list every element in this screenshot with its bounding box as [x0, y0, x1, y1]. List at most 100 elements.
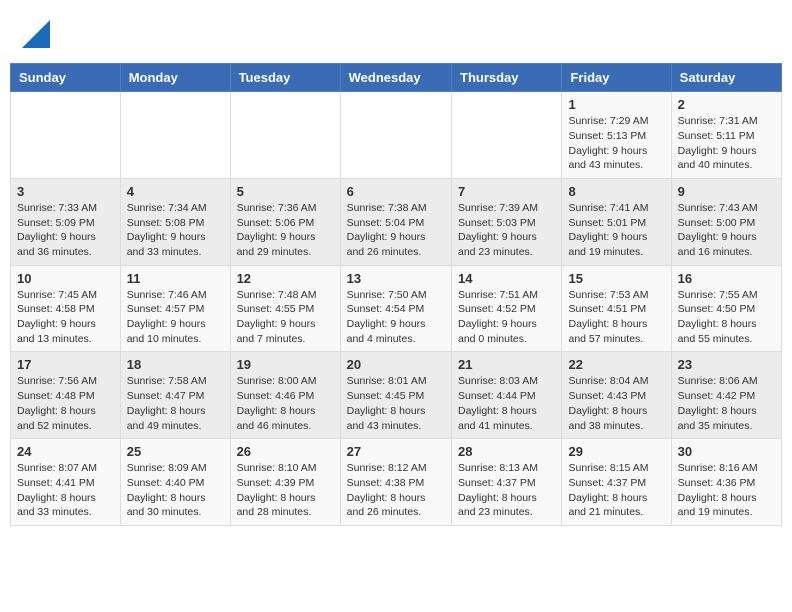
weekday-header-tuesday: Tuesday — [230, 64, 340, 92]
calendar-cell: 27 Sunrise: 8:12 AMSunset: 4:38 PMDayligh… — [340, 439, 451, 526]
day-number: 27 — [347, 444, 445, 459]
day-info: Sunrise: 7:39 AMSunset: 5:03 PMDaylight:… — [458, 201, 555, 260]
day-info: Sunrise: 8:10 AMSunset: 4:39 PMDaylight:… — [237, 461, 334, 520]
week-row-4: 17 Sunrise: 7:56 AMSunset: 4:48 PMDayligh… — [11, 352, 782, 439]
calendar-cell: 5 Sunrise: 7:36 AMSunset: 5:06 PMDaylight… — [230, 178, 340, 265]
calendar-cell — [340, 92, 451, 179]
calendar-cell: 24 Sunrise: 8:07 AMSunset: 4:41 PMDayligh… — [11, 439, 121, 526]
calendar-cell: 26Sunrise: 8:10 AMSunset: 4:39 PMDayligh… — [230, 439, 340, 526]
day-info: Sunrise: 7:46 AMSunset: 4:57 PMDaylight:… — [127, 288, 224, 347]
day-number: 21 — [458, 357, 555, 372]
day-info: Sunrise: 8:06 AMSunset: 4:42 PMDaylight:… — [678, 374, 775, 433]
day-info: Sunrise: 7:53 AMSunset: 4:51 PMDaylight:… — [568, 288, 664, 347]
day-info: Sunrise: 8:16 AMSunset: 4:36 PMDaylight:… — [678, 461, 775, 520]
week-row-3: 10Sunrise: 7:45 AMSunset: 4:58 PMDayligh… — [11, 265, 782, 352]
day-info: Sunrise: 7:33 AMSunset: 5:09 PMDaylight:… — [17, 201, 114, 260]
weekday-header-sunday: Sunday — [11, 64, 121, 92]
weekday-header-thursday: Thursday — [452, 64, 562, 92]
day-info: Sunrise: 8:04 AMSunset: 4:43 PMDaylight:… — [568, 374, 664, 433]
day-number: 11 — [127, 271, 224, 286]
day-info: Sunrise: 7:58 AMSunset: 4:47 PMDaylight:… — [127, 374, 224, 433]
calendar-cell: 2 Sunrise: 7:31 AMSunset: 5:11 PMDaylight… — [671, 92, 781, 179]
week-row-5: 24 Sunrise: 8:07 AMSunset: 4:41 PMDayligh… — [11, 439, 782, 526]
calendar-cell — [120, 92, 230, 179]
calendar-cell — [452, 92, 562, 179]
day-number: 1 — [568, 97, 664, 112]
day-number: 3 — [17, 184, 114, 199]
day-info: Sunrise: 7:50 AMSunset: 4:54 PMDaylight:… — [347, 288, 445, 347]
calendar-cell — [11, 92, 121, 179]
week-row-1: 1 Sunrise: 7:29 AMSunset: 5:13 PMDaylight… — [11, 92, 782, 179]
calendar-cell: 25Sunrise: 8:09 AMSunset: 4:40 PMDayligh… — [120, 439, 230, 526]
day-info: Sunrise: 8:01 AMSunset: 4:45 PMDaylight:… — [347, 374, 445, 433]
weekday-header-monday: Monday — [120, 64, 230, 92]
weekday-header-row: SundayMondayTuesdayWednesdayThursdayFrid… — [11, 64, 782, 92]
day-number: 28 — [458, 444, 555, 459]
day-info: Sunrise: 8:00 AMSunset: 4:46 PMDaylight:… — [237, 374, 334, 433]
calendar-cell: 17 Sunrise: 7:56 AMSunset: 4:48 PMDayligh… — [11, 352, 121, 439]
day-info: Sunrise: 8:15 AMSunset: 4:37 PMDaylight:… — [568, 461, 664, 520]
day-info: Sunrise: 8:03 AMSunset: 4:44 PMDaylight:… — [458, 374, 555, 433]
week-row-2: 3 Sunrise: 7:33 AMSunset: 5:09 PMDaylight… — [11, 178, 782, 265]
day-info: Sunrise: 7:29 AMSunset: 5:13 PMDaylight:… — [568, 114, 664, 173]
day-number: 5 — [237, 184, 334, 199]
day-number: 9 — [678, 184, 775, 199]
day-info: Sunrise: 7:31 AMSunset: 5:11 PMDaylight:… — [678, 114, 775, 173]
calendar-cell: 6 Sunrise: 7:38 AMSunset: 5:04 PMDaylight… — [340, 178, 451, 265]
day-number: 29 — [568, 444, 664, 459]
day-number: 22 — [568, 357, 664, 372]
calendar-cell: 18 Sunrise: 7:58 AMSunset: 4:47 PMDayligh… — [120, 352, 230, 439]
calendar-cell: 1 Sunrise: 7:29 AMSunset: 5:13 PMDaylight… — [562, 92, 671, 179]
day-number: 17 — [17, 357, 114, 372]
calendar-table: SundayMondayTuesdayWednesdayThursdayFrid… — [10, 63, 782, 526]
calendar-cell: 13Sunrise: 7:50 AMSunset: 4:54 PMDayligh… — [340, 265, 451, 352]
calendar-cell: 8Sunrise: 7:41 AMSunset: 5:01 PMDaylight… — [562, 178, 671, 265]
day-number: 6 — [347, 184, 445, 199]
day-number: 12 — [237, 271, 334, 286]
logo-triangle-icon — [22, 20, 50, 48]
day-info: Sunrise: 8:07 AMSunset: 4:41 PMDaylight:… — [17, 461, 114, 520]
day-number: 18 — [127, 357, 224, 372]
calendar-cell — [230, 92, 340, 179]
day-number: 4 — [127, 184, 224, 199]
day-number: 7 — [458, 184, 555, 199]
day-info: Sunrise: 7:56 AMSunset: 4:48 PMDaylight:… — [17, 374, 114, 433]
day-info: Sunrise: 7:51 AMSunset: 4:52 PMDaylight:… — [458, 288, 555, 347]
calendar-cell: 4 Sunrise: 7:34 AMSunset: 5:08 PMDaylight… — [120, 178, 230, 265]
calendar-cell: 15 Sunrise: 7:53 AMSunset: 4:51 PMDayligh… — [562, 265, 671, 352]
calendar-cell: 10Sunrise: 7:45 AMSunset: 4:58 PMDayligh… — [11, 265, 121, 352]
calendar-cell: 3 Sunrise: 7:33 AMSunset: 5:09 PMDaylight… — [11, 178, 121, 265]
day-info: Sunrise: 7:34 AMSunset: 5:08 PMDaylight:… — [127, 201, 224, 260]
day-number: 19 — [237, 357, 334, 372]
day-number: 16 — [678, 271, 775, 286]
calendar-cell: 9 Sunrise: 7:43 AMSunset: 5:00 PMDaylight… — [671, 178, 781, 265]
calendar-cell: 7 Sunrise: 7:39 AMSunset: 5:03 PMDaylight… — [452, 178, 562, 265]
calendar-cell: 23Sunrise: 8:06 AMSunset: 4:42 PMDayligh… — [671, 352, 781, 439]
day-number: 14 — [458, 271, 555, 286]
day-number: 15 — [568, 271, 664, 286]
calendar-cell: 11 Sunrise: 7:46 AMSunset: 4:57 PMDayligh… — [120, 265, 230, 352]
weekday-header-saturday: Saturday — [671, 64, 781, 92]
calendar-cell: 22 Sunrise: 8:04 AMSunset: 4:43 PMDayligh… — [562, 352, 671, 439]
calendar-cell: 21 Sunrise: 8:03 AMSunset: 4:44 PMDayligh… — [452, 352, 562, 439]
logo — [20, 20, 50, 53]
calendar-cell: 30 Sunrise: 8:16 AMSunset: 4:36 PMDayligh… — [671, 439, 781, 526]
day-info: Sunrise: 7:43 AMSunset: 5:00 PMDaylight:… — [678, 201, 775, 260]
calendar-cell: 14 Sunrise: 7:51 AMSunset: 4:52 PMDayligh… — [452, 265, 562, 352]
day-number: 2 — [678, 97, 775, 112]
day-number: 8 — [568, 184, 664, 199]
day-number: 24 — [17, 444, 114, 459]
day-info: Sunrise: 8:12 AMSunset: 4:38 PMDaylight:… — [347, 461, 445, 520]
calendar-cell: 28 Sunrise: 8:13 AMSunset: 4:37 PMDayligh… — [452, 439, 562, 526]
day-info: Sunrise: 8:13 AMSunset: 4:37 PMDaylight:… — [458, 461, 555, 520]
day-info: Sunrise: 8:09 AMSunset: 4:40 PMDaylight:… — [127, 461, 224, 520]
page-header — [10, 10, 782, 58]
day-info: Sunrise: 7:38 AMSunset: 5:04 PMDaylight:… — [347, 201, 445, 260]
day-number: 30 — [678, 444, 775, 459]
day-info: Sunrise: 7:36 AMSunset: 5:06 PMDaylight:… — [237, 201, 334, 260]
calendar-cell: 29 Sunrise: 8:15 AMSunset: 4:37 PMDayligh… — [562, 439, 671, 526]
calendar-cell: 12Sunrise: 7:48 AMSunset: 4:55 PMDayligh… — [230, 265, 340, 352]
day-number: 20 — [347, 357, 445, 372]
logo-text — [20, 20, 50, 53]
day-info: Sunrise: 7:55 AMSunset: 4:50 PMDaylight:… — [678, 288, 775, 347]
